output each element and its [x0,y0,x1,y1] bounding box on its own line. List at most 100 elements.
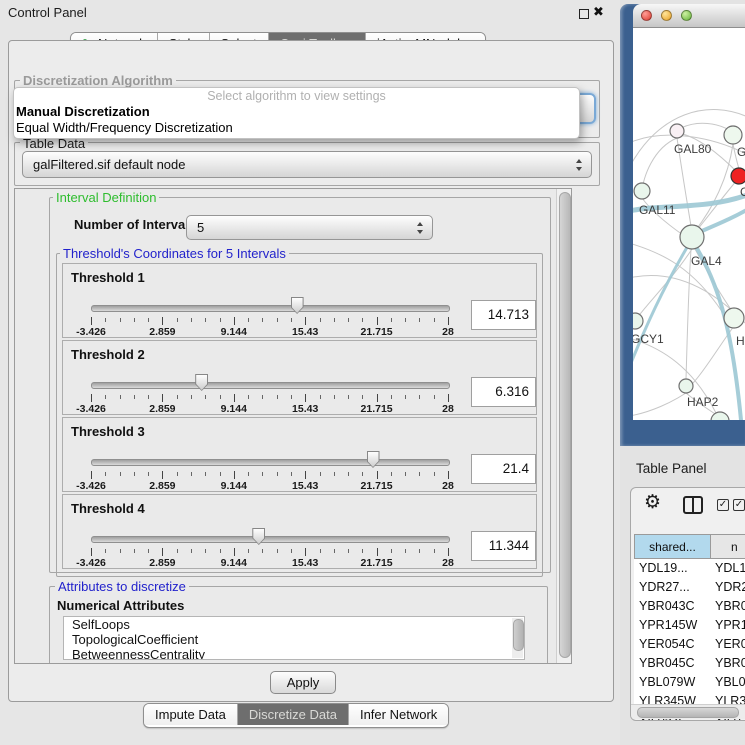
slider-tick [105,549,106,553]
slider-tick-label: 9.144 [221,326,247,338]
cell-name: YBR0 [715,654,745,673]
float-window-icon[interactable] [579,9,589,19]
attributes-list-scrollbar[interactable] [512,618,523,658]
popup-option-equal-width-frequency-discretization[interactable]: Equal Width/Frequency Discretization [14,120,579,136]
table-row[interactable]: YER054CYER0 [634,635,745,654]
slider-tick [248,318,249,322]
threshold-box-1: Threshold 1-3.4262.8599.14415.4321.71528… [62,263,537,338]
cell-name: YDR2 [715,578,745,597]
table-row[interactable]: YBL079WYBL0 [634,673,745,692]
slider-tick-label: 21.715 [361,557,393,569]
table-row[interactable]: YDL19...YDL1 [634,559,745,578]
slider-tick-labels: -3.4262.8599.14415.4321.71528 [91,326,448,338]
slider-track[interactable] [91,382,450,389]
slider-tick [205,472,206,476]
popup-option-manual-discretization[interactable]: Manual Discretization [14,104,579,120]
slider-track[interactable] [91,305,450,312]
slider-tick [305,548,306,556]
slider-tick [234,317,235,325]
network-edge [686,249,691,379]
network-node[interactable] [670,124,684,138]
tab-infer-network[interactable]: Infer Network [348,704,448,725]
slider-tick [91,471,92,479]
slider-tick-label: -3.426 [76,480,106,492]
slider-tick [162,471,163,479]
network-node-label: GAL4 [691,254,722,268]
table-panel-title: Table Panel [636,461,707,476]
threshold-value-field[interactable]: 11.344 [471,531,536,561]
gear-icon[interactable]: ⚙ [644,491,661,514]
table-horizontal-scrollbar[interactable] [631,704,745,719]
slider-tick [220,318,221,322]
threshold-value-field[interactable]: 14.713 [471,300,536,330]
attribute-item-betweennesscentrality[interactable]: BetweennessCentrality [64,647,524,660]
spinner-arrows-icon [417,222,424,234]
network-node[interactable] [634,183,650,199]
table-row[interactable]: YPR145WYPR1 [634,616,745,635]
network-node[interactable] [731,168,745,184]
slider-ticks [91,317,448,326]
slider-tick-label: 21.715 [361,326,393,338]
apply-button[interactable]: Apply [270,671,336,694]
mac-close-button[interactable] [641,10,652,21]
slider-tick [120,549,121,553]
network-node-label: GA [737,145,745,159]
slider-track[interactable] [91,459,450,466]
close-icon[interactable]: ✖ [593,4,604,20]
slider-tick [191,318,192,322]
slider-tick [419,318,420,322]
slider-tick [248,395,249,399]
threshold-box-2: Threshold 2-3.4262.8599.14415.4321.71528… [62,340,537,415]
threshold-value-field[interactable]: 21.4 [471,454,536,484]
slider-tick-label: 15.43 [292,480,318,492]
slider-tick [177,549,178,553]
network-node[interactable] [724,126,742,144]
table-row[interactable]: YBR045CYBR0 [634,654,745,673]
table-data-combobox[interactable]: galFiltered.sif default node [22,151,592,178]
slider-tick [191,472,192,476]
attribute-item-selfloops[interactable]: SelfLoops [64,617,524,632]
slider-tick [377,548,378,556]
table-row[interactable]: YBR043CYBR0 [634,597,745,616]
network-node[interactable] [679,379,693,393]
slider-tick [262,549,263,553]
tab-discretize-data[interactable]: Discretize Data [237,704,348,725]
checkbox-icon[interactable]: ✓ [717,499,729,511]
table-row[interactable]: YDR27...YDR2 [634,578,745,597]
network-node-label: H [736,334,745,348]
cell-shared-name: YBR045C [639,654,711,673]
slider-tick [162,394,163,402]
slider-tick [91,317,92,325]
slider-tick [262,395,263,399]
network-node[interactable] [724,308,744,328]
tab-impute-data[interactable]: Impute Data [144,704,237,725]
popup-placeholder-item[interactable]: Select algorithm to view settings [14,89,579,104]
slider-ticks [91,471,448,480]
network-node[interactable] [680,225,704,249]
slider-tick [105,472,106,476]
network-edge-thick [693,242,741,420]
mac-zoom-button[interactable] [681,10,692,21]
cell-shared-name: YDR27... [639,578,711,597]
thresholds-group-label: Threshold's Coordinates for 5 Intervals [60,246,289,261]
slider-tick [105,395,106,399]
checkbox-icon[interactable]: ✓ [733,499,745,511]
mac-minimize-button[interactable] [661,10,672,21]
network-canvas[interactable]: GAL80GAGAL11CGAL4GCY1HHAP2 [633,28,745,420]
slider-tick [391,472,392,476]
column-header-shared-name[interactable]: shared... [634,534,711,559]
network-edge [637,249,692,318]
number-of-intervals-combobox[interactable]: 5 [186,215,433,240]
network-node[interactable] [633,313,643,329]
settings-vertical-scrollbar[interactable] [556,189,571,663]
slider-tick [305,471,306,479]
threshold-value-field[interactable]: 6.316 [471,377,536,407]
network-window-titlebar[interactable] [633,4,745,28]
attribute-item-topologicalcoefficient[interactable]: TopologicalCoefficient [64,632,524,647]
column-header-name[interactable]: n [710,534,745,559]
split-columns-icon[interactable] [683,496,703,514]
slider-tick [148,472,149,476]
slider-track[interactable] [91,536,450,543]
control-panel-titlebar: Control Panel ✖ [0,0,620,26]
slider-tick-label: 2.859 [149,480,175,492]
